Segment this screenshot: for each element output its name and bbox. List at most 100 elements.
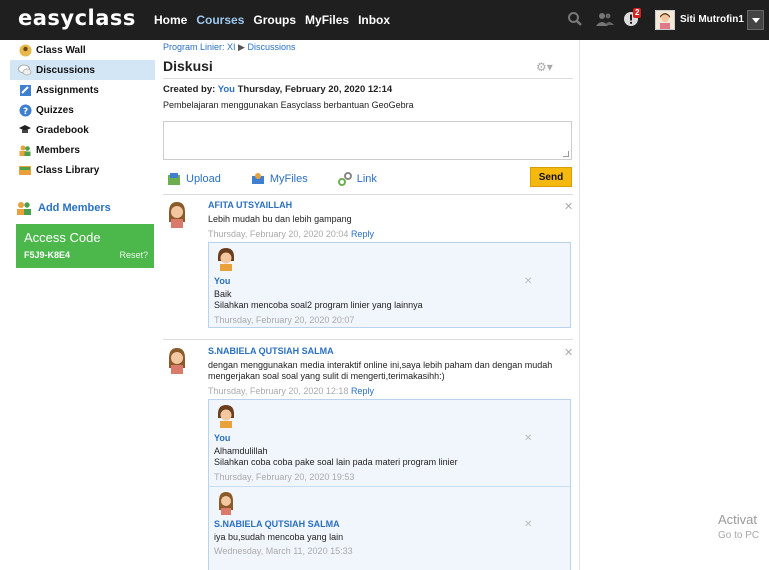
sidebar-item-quizzes[interactable]: ? Quizzes — [10, 100, 155, 120]
members-icon — [18, 143, 32, 157]
created-by-link[interactable]: You — [218, 84, 235, 95]
close-icon[interactable]: ✕ — [524, 276, 532, 287]
access-code-value: F5J9-K8E4 — [24, 250, 71, 260]
divider — [163, 339, 573, 340]
breadcrumb-course-link[interactable]: Program Linier: XI — [163, 42, 236, 52]
search-icon[interactable] — [567, 11, 587, 29]
reply-link[interactable]: Reply — [351, 386, 374, 396]
link-button[interactable]: Link — [337, 172, 377, 186]
logo-part-easy: easy — [18, 6, 75, 30]
close-icon[interactable]: ✕ — [524, 519, 532, 530]
link-label: Link — [356, 173, 377, 185]
wall-icon — [18, 43, 32, 57]
nav-home[interactable]: Home — [154, 13, 187, 27]
sidebar-item-gradebook[interactable]: Gradebook — [10, 120, 155, 140]
girl-avatar-icon — [163, 200, 191, 228]
girl-avatar-icon — [214, 247, 238, 271]
sidebar-item-label: Class Library — [36, 164, 100, 176]
reset-access-code-link[interactable]: Reset? — [119, 250, 148, 260]
reply-author[interactable]: You — [214, 276, 230, 286]
windows-activation-watermark: Activat — [718, 512, 758, 527]
add-members-label: Add Members — [38, 202, 111, 214]
sidebar: Class Wall Discussions Assignments ? Qui… — [10, 40, 155, 180]
reply-link[interactable]: Reply — [351, 229, 374, 239]
user-menu-dropdown[interactable] — [747, 10, 764, 30]
upload-label: Upload — [186, 173, 221, 185]
username[interactable]: Siti Mutrofin1 — [680, 14, 744, 25]
sidebar-item-label: Class Wall — [36, 44, 86, 56]
divider — [163, 78, 573, 79]
close-icon[interactable]: ✕ — [564, 346, 573, 359]
comment-date: Thursday, February 20, 2020 20:04 — [208, 229, 349, 239]
chevron-down-icon — [752, 18, 760, 23]
comment-body: Lebih mudah bu dan lebih gampang — [208, 214, 352, 224]
add-members-button[interactable]: Add Members — [16, 200, 111, 216]
comment-body: dengan menggunakan media interaktif onli… — [208, 360, 553, 381]
sidebar-item-label: Assignments — [36, 84, 99, 96]
user-avatar[interactable] — [655, 10, 675, 30]
breadcrumb-page-link[interactable]: Discussions — [247, 42, 295, 52]
reply-divider — [209, 486, 570, 487]
discussion-icon — [18, 63, 32, 77]
reply-thread: You ✕ Alhamdulillah Silahkan coba coba p… — [208, 399, 571, 570]
sidebar-item-discussions[interactable]: Discussions — [10, 60, 155, 80]
created-prefix: Created by: — [163, 84, 216, 95]
reply-author[interactable]: S.NABIELA QUTSIAH SALMA — [214, 519, 340, 529]
sidebar-item-label: Gradebook — [36, 124, 89, 136]
attachment-toolbar: Upload MyFiles Link — [167, 172, 407, 186]
comment-textarea[interactable] — [163, 121, 572, 160]
notification-icon[interactable]: 2 — [623, 8, 643, 29]
reply-body: iya bu,sudah mencoba yang lain — [214, 532, 344, 542]
discussion-description: Pembelajaran menggunakan Easyclass berba… — [163, 100, 414, 110]
myfiles-icon — [251, 172, 265, 186]
sidebar-item-label: Members — [36, 144, 80, 156]
close-icon[interactable]: ✕ — [564, 200, 573, 213]
notification-badge: 2 — [633, 8, 642, 18]
add-members-icon — [16, 200, 32, 216]
nav-myfiles[interactable]: MyFiles — [305, 13, 349, 27]
close-icon[interactable]: ✕ — [524, 433, 532, 444]
divider — [163, 194, 573, 195]
sidebar-item-label: Discussions — [36, 64, 95, 76]
myfiles-button[interactable]: MyFiles — [251, 172, 308, 186]
comment-author[interactable]: S.NABIELA QUTSIAH SALMA — [208, 346, 334, 356]
upload-icon — [167, 172, 181, 186]
girl-avatar-icon — [214, 404, 238, 428]
link-icon — [337, 172, 352, 186]
girl-avatar-icon — [163, 346, 191, 374]
sidebar-item-label: Quizzes — [36, 104, 74, 116]
myfiles-label: MyFiles — [269, 173, 308, 185]
library-icon — [18, 163, 32, 177]
upload-button[interactable]: Upload — [167, 172, 221, 186]
gradebook-icon — [18, 123, 32, 137]
logo-part-class: class — [74, 6, 136, 30]
nav-inbox[interactable]: Inbox — [358, 13, 390, 27]
comment-author[interactable]: AFITA UTSYAILLAH — [208, 200, 292, 210]
resize-grip-icon[interactable] — [563, 151, 569, 157]
sidebar-item-class-wall[interactable]: Class Wall — [10, 40, 155, 60]
comment-date: Thursday, February 20, 2020 12:18 — [208, 386, 349, 396]
send-button[interactable]: Send — [530, 167, 572, 187]
easyclass-logo[interactable]: easyclass — [18, 6, 136, 30]
breadcrumb: Program Linier: XI ▶ Discussions — [163, 42, 295, 53]
page-title: Diskusi — [163, 58, 213, 74]
reply-thread: You ✕ Baik Silahkan mencoba soal2 progra… — [208, 242, 571, 328]
svg-text:?: ? — [23, 107, 28, 117]
nav-courses[interactable]: Courses — [196, 13, 244, 27]
windows-activation-hint: Go to PC — [718, 530, 760, 541]
reply-body: Baik Silahkan mencoba soal2 program lini… — [214, 289, 423, 310]
reply-author[interactable]: You — [214, 433, 230, 443]
sidebar-item-assignments[interactable]: Assignments — [10, 80, 155, 100]
top-navbar: easyclass Home Courses Groups MyFiles In… — [0, 0, 769, 40]
reply-date: Thursday, February 20, 2020 19:53 — [214, 472, 355, 482]
users-icon[interactable] — [595, 11, 615, 29]
created-by-line: Created by: You Thursday, February 20, 2… — [163, 84, 392, 95]
nav-groups[interactable]: Groups — [253, 13, 296, 27]
sidebar-item-members[interactable]: Members — [10, 140, 155, 160]
quiz-icon: ? — [18, 103, 32, 117]
comment-meta: Thursday, February 20, 2020 12:18 Reply — [208, 386, 374, 396]
comment-meta: Thursday, February 20, 2020 20:04 Reply — [208, 229, 374, 239]
assignment-icon — [18, 83, 32, 97]
sidebar-item-class-library[interactable]: Class Library — [10, 160, 155, 180]
gear-icon[interactable]: ⚙▾ — [536, 60, 553, 74]
